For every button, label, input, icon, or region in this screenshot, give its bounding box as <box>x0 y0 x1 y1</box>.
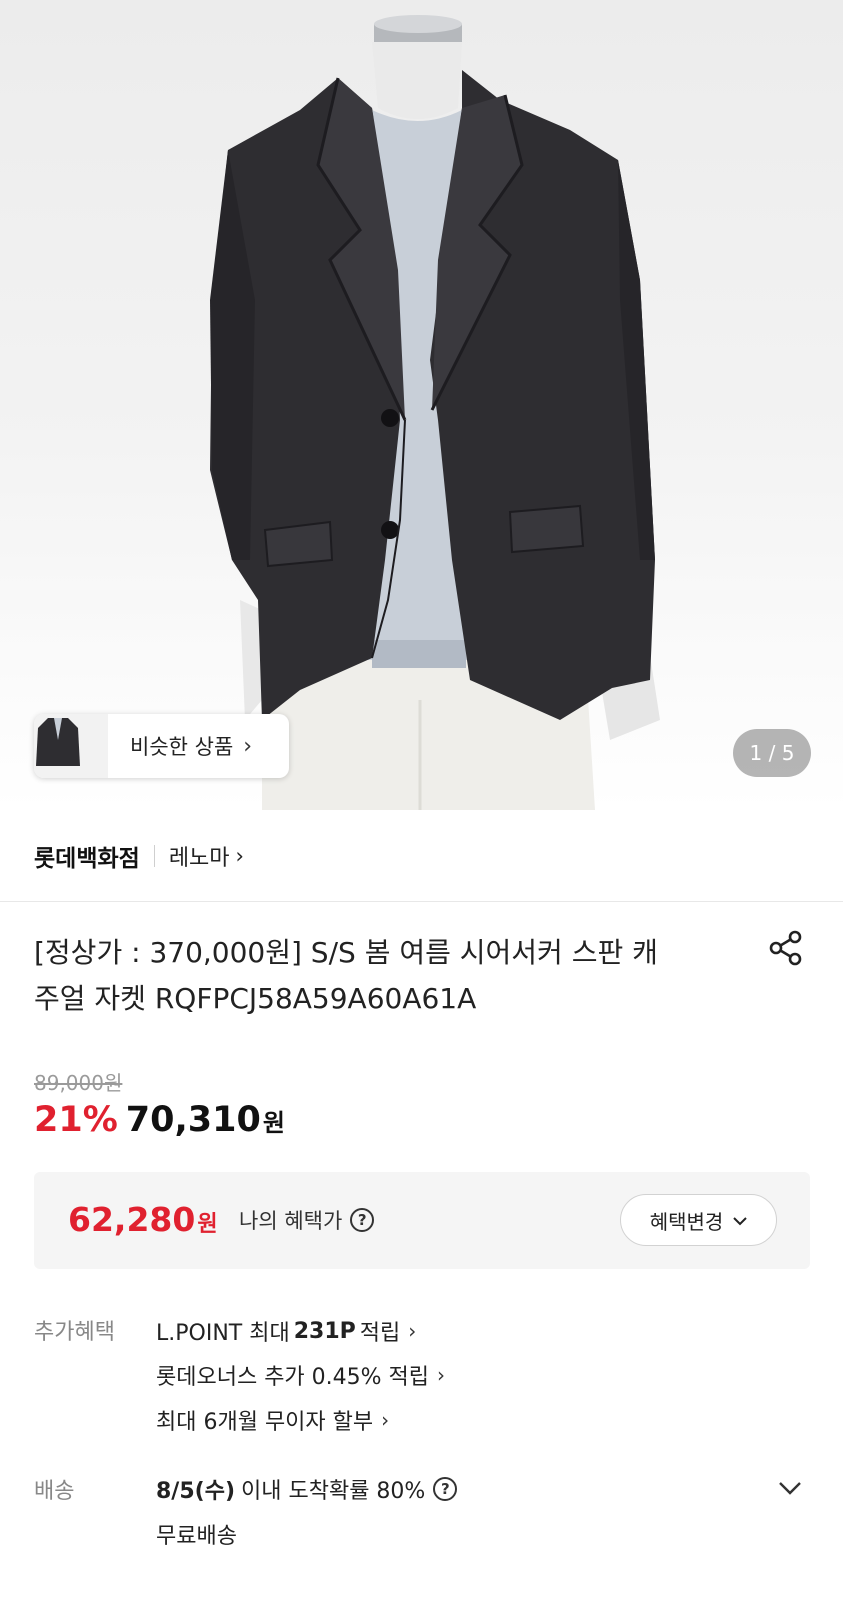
product-title-line-1: [정상가 : 370,000원] S/S 봄 여름 시어서커 스판 캐 <box>34 936 658 969</box>
store-separator <box>153 845 155 867</box>
section-divider <box>0 901 843 902</box>
product-title: [정상가 : 370,000원] S/S 봄 여름 시어서커 스판 캐 주얼 자… <box>34 930 734 1022</box>
delivery-probability: 이내 도착확률 80% <box>241 1479 426 1504</box>
lpoint-benefit-link[interactable]: L.POINT 최대 231P 적립 › <box>156 1315 416 1347</box>
lotte-plus-text: 롯데오너스 추가 0.45% 적립 <box>156 1365 430 1390</box>
benefit-change-label: 혜택변경 <box>649 1209 724 1234</box>
chevron-down-icon[interactable] <box>774 1472 806 1504</box>
benefit-label: 나의 혜택가 ? <box>239 1205 375 1235</box>
chevron-right-icon: › <box>381 1408 390 1432</box>
lpoint-prefix: L.POINT 최대 <box>156 1321 290 1346</box>
free-shipping: 무료배송 <box>156 1524 237 1549</box>
benefit-price-value: 62,280 <box>68 1200 196 1239</box>
sale-price: 70,310 <box>125 1100 261 1140</box>
discount-rate: 21% <box>34 1100 118 1140</box>
delivery-label: 배송 <box>34 1479 75 1504</box>
similar-products-button[interactable]: 비슷한 상품 › <box>34 714 289 778</box>
product-image[interactable]: 비슷한 상품 › 1 / 5 <box>0 0 843 810</box>
similar-product-thumbnail <box>34 714 108 778</box>
chevron-right-icon: › <box>408 1319 417 1343</box>
question-icon[interactable]: ? <box>433 1477 458 1501</box>
brand-link[interactable]: 레노마 › <box>169 840 244 872</box>
similar-products-label: 비슷한 상품 <box>130 735 234 759</box>
my-benefit-box: 62,280 원 나의 혜택가 ? 혜택변경 <box>34 1172 810 1269</box>
benefit-price-currency: 원 <box>197 1212 218 1237</box>
benefit-label-text: 나의 혜택가 <box>239 1209 343 1233</box>
question-icon[interactable]: ? <box>350 1208 375 1232</box>
image-page-indicator: 1 / 5 <box>733 729 811 777</box>
jacket-illustration <box>210 15 660 810</box>
store-name[interactable]: 롯데백화점 <box>34 839 140 873</box>
installment-text: 최대 6개월 무이자 할부 <box>156 1410 374 1435</box>
sale-price-currency: 원 <box>262 1109 285 1137</box>
extra-benefits-label: 추가혜택 <box>34 1320 115 1345</box>
chevron-down-icon <box>733 1211 748 1230</box>
benefit-change-button[interactable]: 혜택변경 <box>620 1194 777 1246</box>
share-icon[interactable] <box>766 928 806 968</box>
product-title-line-2: 주얼 자켓 RQFPCJ58A59A60A61A <box>34 982 477 1015</box>
original-price: 89,000원 <box>34 1071 123 1095</box>
brand-name: 레노마 <box>168 846 230 871</box>
price-row: 21% 70,310 원 <box>34 1100 285 1140</box>
benefit-price: 62,280 원 <box>68 1200 218 1239</box>
delivery-date: 8/5(수) <box>156 1479 235 1504</box>
chevron-right-icon: › <box>437 1363 446 1387</box>
lpoint-suffix: 적립 <box>359 1321 401 1346</box>
delivery-estimate: 8/5(수) 이내 도착확률 80% ? <box>156 1473 458 1505</box>
store-row: 롯데백화점 레노마 › <box>34 836 244 876</box>
installment-benefit-link[interactable]: 최대 6개월 무이자 할부 › <box>156 1404 389 1436</box>
chevron-right-icon: › <box>235 844 244 868</box>
chevron-right-icon: › <box>243 733 253 759</box>
lotte-plus-benefit-link[interactable]: 롯데오너스 추가 0.45% 적립 › <box>156 1359 445 1391</box>
lpoint-value: 231P <box>293 1318 356 1344</box>
